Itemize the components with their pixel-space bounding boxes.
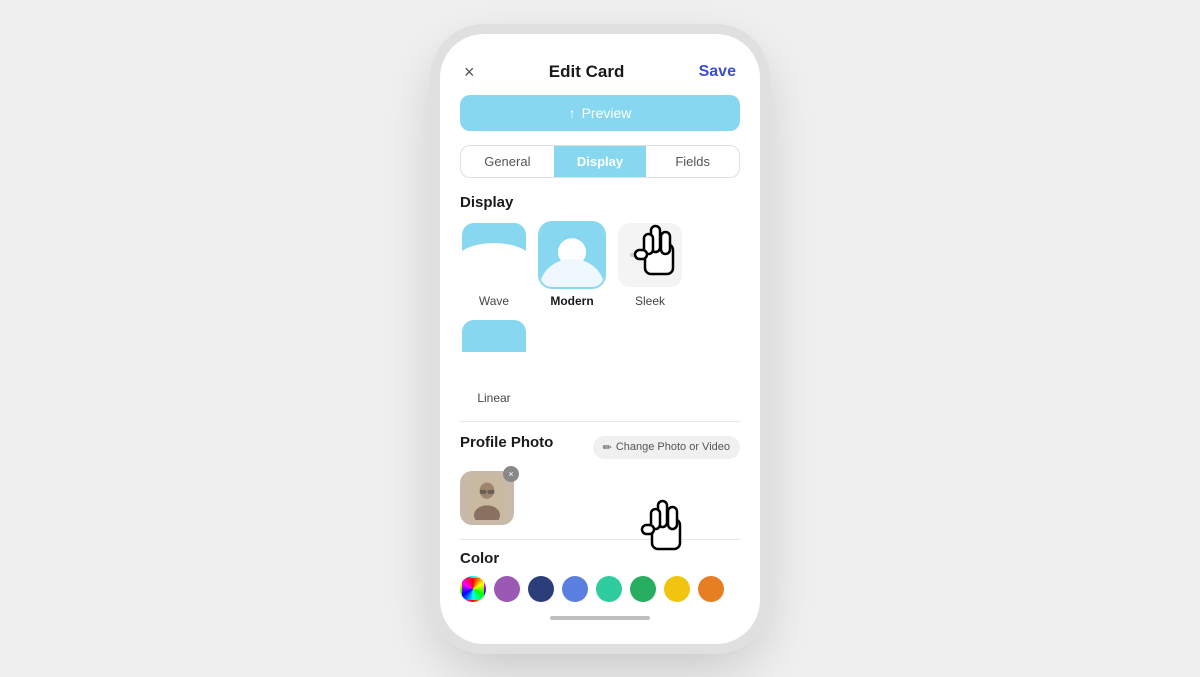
display-options-grid: Wave Modern xyxy=(460,221,740,405)
display-option-sleek[interactable]: Sleek xyxy=(616,221,684,308)
wave-thumb-visual xyxy=(462,223,526,287)
profile-header: Profile Photo ✏ Change Photo or Video xyxy=(460,434,740,461)
phone-content: × Edit Card Save ↑ Preview General Displ… xyxy=(440,62,760,602)
color-swatch-teal[interactable] xyxy=(596,576,622,602)
change-photo-button[interactable]: ✏ Change Photo or Video xyxy=(593,436,740,459)
phone-inner: × Edit Card Save ↑ Preview General Displ… xyxy=(440,62,760,602)
display-option-linear[interactable]: Linear xyxy=(460,318,528,405)
wave-thumb xyxy=(460,221,528,289)
pencil-icon: ✏ xyxy=(603,441,612,454)
linear-thumb-container xyxy=(460,318,528,386)
avatar-container: × xyxy=(460,471,514,525)
color-section-label: Color xyxy=(460,550,499,567)
display-option-modern[interactable]: Modern xyxy=(538,221,606,308)
preview-label: Preview xyxy=(582,105,632,121)
preview-button[interactable]: ↑ Preview xyxy=(460,95,740,131)
profile-section-label: Profile Photo xyxy=(460,434,553,451)
preview-icon: ↑ xyxy=(569,105,576,121)
color-swatch-dark-blue[interactable] xyxy=(528,576,554,602)
modern-thumb-container xyxy=(538,221,606,289)
save-button[interactable]: Save xyxy=(699,63,736,81)
display-section: Display Wave xyxy=(460,194,740,405)
tab-display[interactable]: Display xyxy=(554,146,647,177)
sleek-line xyxy=(630,253,670,257)
change-photo-label: Change Photo or Video xyxy=(616,441,730,453)
sleek-thumb-visual xyxy=(618,223,682,287)
modern-curve xyxy=(540,259,604,287)
linear-thumb-visual xyxy=(462,320,526,384)
display-section-label: Display xyxy=(460,194,740,211)
tab-fields[interactable]: Fields xyxy=(646,146,739,177)
modern-label: Modern xyxy=(550,294,593,308)
sleek-label: Sleek xyxy=(635,294,665,308)
color-swatch-rainbow[interactable] xyxy=(460,576,486,602)
divider xyxy=(460,421,740,422)
display-option-wave[interactable]: Wave xyxy=(460,221,528,308)
color-swatches xyxy=(460,576,740,602)
color-swatch-blue[interactable] xyxy=(562,576,588,602)
color-swatch-purple[interactable] xyxy=(494,576,520,602)
page-title: Edit Card xyxy=(549,62,625,82)
tab-general[interactable]: General xyxy=(461,146,554,177)
avatar-image xyxy=(465,476,509,520)
close-button[interactable]: × xyxy=(464,62,475,83)
color-section: Color xyxy=(460,550,740,602)
phone-shell: × Edit Card Save ↑ Preview General Displ… xyxy=(440,34,760,644)
divider-2 xyxy=(460,539,740,540)
edit-card-header: × Edit Card Save xyxy=(460,62,740,95)
profile-photo-section: Profile Photo ✏ Change Photo or Video xyxy=(460,434,740,525)
color-swatch-yellow[interactable] xyxy=(664,576,690,602)
wave-label: Wave xyxy=(479,294,509,308)
modern-thumb-visual xyxy=(540,223,604,287)
tab-bar: General Display Fields xyxy=(460,145,740,178)
home-indicator xyxy=(550,616,650,620)
avatar-remove-button[interactable]: × xyxy=(503,466,519,482)
color-swatch-orange[interactable] xyxy=(698,576,724,602)
linear-label: Linear xyxy=(477,391,510,405)
sleek-thumb-container xyxy=(616,221,684,289)
color-swatch-green[interactable] xyxy=(630,576,656,602)
